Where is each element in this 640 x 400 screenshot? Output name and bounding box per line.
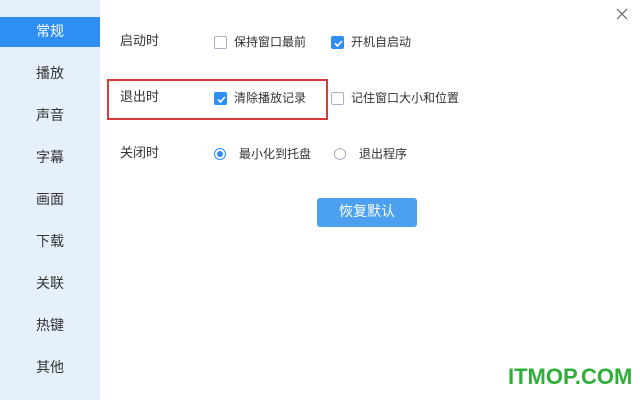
- sidebar: 常规 播放 声音 字幕 画面 下载 关联 热键 其他: [0, 0, 100, 400]
- sidebar-item-playback[interactable]: 播放: [0, 59, 100, 89]
- sidebar-item-subtitles[interactable]: 字幕: [0, 143, 100, 173]
- clear-history-checkbox[interactable]: 清除播放记录: [214, 90, 306, 106]
- sidebar-item-download[interactable]: 下载: [0, 227, 100, 257]
- close-icon: [616, 8, 628, 20]
- restore-defaults-button[interactable]: 恢复默认: [317, 198, 417, 227]
- sidebar-item-general[interactable]: 常规: [0, 17, 100, 47]
- startup-label: 启动时: [120, 34, 160, 49]
- sidebar-item-picture[interactable]: 画面: [0, 185, 100, 215]
- sidebar-item-sound[interactable]: 声音: [0, 101, 100, 131]
- checkbox-box: [331, 91, 344, 105]
- sidebar-item-other[interactable]: 其他: [0, 353, 100, 383]
- exit-program-label: 退出程序: [359, 147, 408, 161]
- exit-label: 退出时: [120, 90, 160, 105]
- checkbox-box: [214, 35, 227, 49]
- on-close-label: 关闭时: [120, 146, 160, 161]
- close-button[interactable]: [614, 6, 630, 22]
- exit-program-radio[interactable]: 退出程序: [334, 146, 407, 162]
- minimize-to-tray-radio[interactable]: 最小化到托盘: [214, 146, 311, 162]
- sidebar-item-hotkeys[interactable]: 热键: [0, 311, 100, 341]
- checkbox-box-checked: [214, 91, 227, 105]
- checkmark-icon: [217, 95, 226, 103]
- keep-window-on-top-checkbox[interactable]: 保持窗口最前: [214, 34, 306, 50]
- autostart-checkbox[interactable]: 开机自启动: [331, 34, 411, 50]
- minimize-to-tray-label: 最小化到托盘: [239, 147, 312, 161]
- sidebar-item-association[interactable]: 关联: [0, 269, 100, 299]
- checkmark-icon: [334, 39, 343, 47]
- remember-window-size-checkbox[interactable]: 记住窗口大小和位置: [331, 90, 459, 106]
- clear-history-label: 清除播放记录: [234, 91, 307, 105]
- radio-dot-selected: [214, 148, 226, 160]
- remember-window-size-label: 记住窗口大小和位置: [351, 91, 460, 105]
- keep-window-on-top-label: 保持窗口最前: [234, 35, 307, 49]
- autostart-label: 开机自启动: [351, 35, 412, 49]
- watermark-logo: ITMOP.COM: [508, 364, 633, 389]
- checkbox-box-checked: [331, 35, 344, 49]
- radio-dot: [334, 148, 346, 160]
- settings-window: 常规 播放 声音 字幕 画面 下载 关联 热键 其他 启动时 保持窗口最前 开机…: [0, 0, 640, 400]
